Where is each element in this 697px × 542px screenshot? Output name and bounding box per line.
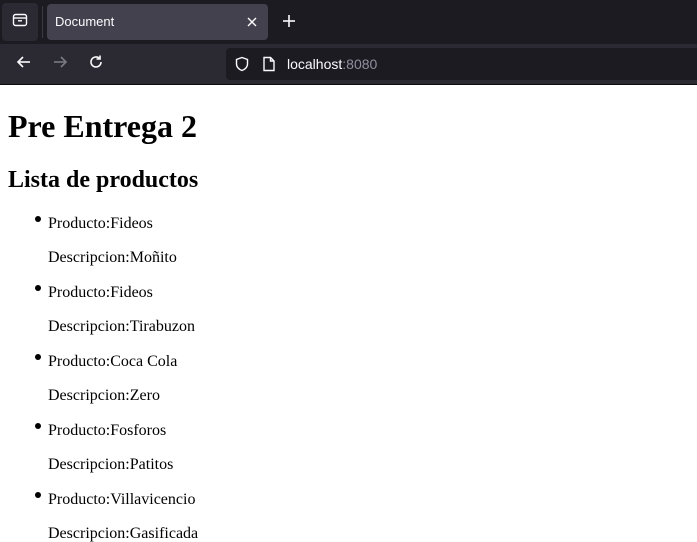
product-description: Descripcion:Tirabuzon [48, 318, 195, 335]
forward-button[interactable] [49, 53, 71, 75]
product-description: Descripcion:Patitos [48, 456, 174, 473]
address-bar[interactable]: localhost:8080 [226, 48, 697, 80]
product-name: Producto:Fosforos [48, 422, 167, 439]
new-tab-button[interactable] [278, 12, 300, 34]
shield-icon[interactable] [234, 56, 250, 72]
tab-separator [42, 6, 43, 38]
list-item: Producto:Villavicencio Descripcion:Gasif… [0, 485, 697, 542]
page-icon[interactable] [262, 56, 276, 72]
product-description: Descripcion:Zero [48, 387, 160, 404]
tab-list-icon [12, 12, 28, 33]
back-arrow-icon [16, 54, 32, 75]
url-text[interactable]: localhost:8080 [287, 56, 377, 72]
bullet-icon [35, 285, 41, 291]
page-title: Pre Entrega 2 [8, 108, 197, 144]
tab-title: Document [55, 14, 115, 29]
list-title: Lista de productos [8, 167, 199, 193]
url-port: :8080 [342, 56, 378, 72]
bullet-icon [35, 423, 41, 429]
list-item: Producto:Coca Cola Descripcion:Zero [0, 347, 697, 415]
url-host: localhost [287, 56, 343, 72]
product-name: Producto:Coca Cola [48, 353, 178, 370]
reload-icon [88, 54, 104, 75]
forward-arrow-icon [52, 54, 68, 75]
product-name: Producto:Fideos [48, 284, 153, 301]
tab-strip: Document [0, 0, 697, 44]
list-item: Producto:Fideos Descripcion:Tirabuzon [0, 278, 697, 346]
page-content: Pre Entrega 2 Lista de productos Product… [0, 85, 697, 542]
product-description: Descripcion:Moñito [48, 249, 177, 266]
bullet-icon [35, 492, 41, 498]
reload-button[interactable] [85, 53, 107, 75]
list-item: Producto:Fideos Descripcion:Moñito [0, 209, 697, 277]
product-name: Producto:Fideos [48, 215, 153, 232]
product-name: Producto:Villavicencio [48, 491, 196, 508]
navigation-toolbar: localhost:8080 [0, 44, 697, 84]
tab-document[interactable]: Document [47, 4, 268, 40]
tab-list-button[interactable] [2, 3, 38, 41]
product-description: Descripcion:Gasificada [48, 525, 199, 542]
list-item: Producto:Fosforos Descripcion:Patitos [0, 416, 697, 484]
close-icon[interactable] [244, 14, 260, 30]
bullet-icon [35, 354, 41, 360]
plus-icon [282, 14, 296, 33]
back-button[interactable] [13, 53, 35, 75]
bullet-icon [35, 216, 41, 222]
